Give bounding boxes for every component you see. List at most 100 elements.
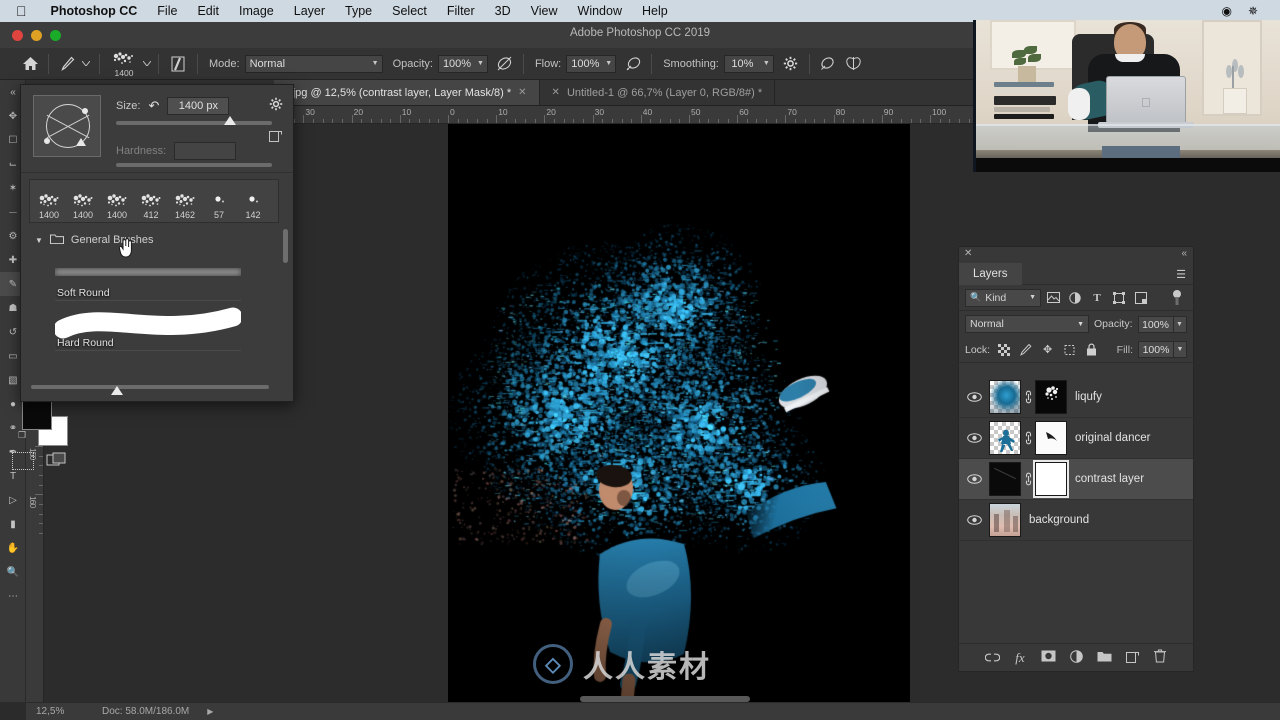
close-icon[interactable]: ✕ xyxy=(518,87,526,98)
artboard[interactable]: ◇ 人人素材 xyxy=(448,124,910,702)
brush-list-scrollbar[interactable] xyxy=(283,229,288,263)
tab-layers[interactable]: Layers xyxy=(959,263,1022,285)
gear-icon[interactable] xyxy=(779,52,803,76)
shape-filter-icon[interactable] xyxy=(1109,289,1129,307)
menu-item-view[interactable]: View xyxy=(521,4,568,18)
layer-name[interactable]: original dancer xyxy=(1075,432,1150,444)
menu-item-select[interactable]: Select xyxy=(382,4,437,18)
type-filter-icon[interactable]: T xyxy=(1087,289,1107,307)
menu-item-filter[interactable]: Filter xyxy=(437,4,485,18)
lock-position-icon[interactable]: ✥ xyxy=(1039,341,1056,358)
document-tab-active[interactable]: ).jpg @ 12,5% (contrast layer, Layer Mas… xyxy=(274,80,540,105)
layer-mask-thumbnail[interactable] xyxy=(1035,462,1067,496)
layer-mask-link-icon[interactable] xyxy=(1021,431,1035,445)
screen-mode-icon[interactable] xyxy=(46,452,70,470)
recent-brush-chip[interactable]: 1400 xyxy=(100,181,134,221)
flow-input[interactable]: 100% ▼ xyxy=(566,55,616,73)
mode-select[interactable]: Normal ▼ xyxy=(245,55,383,73)
brush-settings-panel-icon[interactable] xyxy=(165,52,191,76)
brush-preset-picker-panel[interactable]: Size: ↶ 1400 px Hardness: 1400 1400 1400 41… xyxy=(20,84,294,402)
layer-thumbnail[interactable] xyxy=(989,462,1021,496)
foreground-color-swatch[interactable] xyxy=(22,400,52,430)
default-colors-icon[interactable]: ❐ xyxy=(18,430,26,441)
lock-all-icon[interactable] xyxy=(1083,341,1100,358)
adjustment-filter-icon[interactable] xyxy=(1065,289,1085,307)
menu-item-edit[interactable]: Edit xyxy=(187,4,229,18)
pixel-filter-icon[interactable] xyxy=(1043,289,1063,307)
layer-name[interactable]: liqufy xyxy=(1075,391,1102,403)
tool-hand[interactable]: ✋ xyxy=(0,536,26,560)
link-layers-icon[interactable] xyxy=(984,651,1000,665)
close-icon[interactable]: ✕ xyxy=(964,248,972,259)
brush-folder-general-brushes[interactable]: ▼ General Brushes xyxy=(29,229,279,251)
gear-icon[interactable] xyxy=(269,97,283,114)
recent-brush-chip[interactable]: 1462 xyxy=(168,181,202,221)
tool-zoom[interactable]: 🔍 xyxy=(0,560,26,584)
brush-preset-chevron-icon[interactable] xyxy=(142,52,152,76)
menu-item-photoshop[interactable]: Photoshop CC xyxy=(41,4,148,18)
brush-preset-picker-button[interactable]: 1400 xyxy=(106,49,142,79)
horizontal-scrollbar[interactable] xyxy=(580,696,750,702)
recent-brush-chip[interactable]: 57 xyxy=(202,181,236,221)
brush-size-bottom-slider-knob[interactable] xyxy=(111,386,123,395)
tool-path-select[interactable]: ▷ xyxy=(0,488,26,512)
layers-opacity-input[interactable]: 100% ▼ xyxy=(1138,316,1187,333)
layer-mask-thumbnail[interactable] xyxy=(1035,380,1067,414)
opacity-input[interactable]: 100% ▼ xyxy=(438,55,488,73)
brush-tool-icon[interactable] xyxy=(55,52,79,76)
brush-hardness-input[interactable] xyxy=(174,142,236,160)
menu-item-image[interactable]: Image xyxy=(229,4,284,18)
double-chevron-icon[interactable]: « xyxy=(1181,248,1187,259)
layer-mask-thumbnail[interactable] xyxy=(1035,421,1067,455)
brush-item-hard-round[interactable]: Hard Round xyxy=(55,301,241,351)
menu-item-help[interactable]: Help xyxy=(632,4,678,18)
blend-mode-select[interactable]: Normal ▼ xyxy=(965,315,1089,333)
brush-size-slider-knob[interactable] xyxy=(224,116,236,125)
eye-icon[interactable] xyxy=(959,515,989,525)
recent-brush-chip[interactable]: 1400 xyxy=(32,181,66,221)
layer-mask-link-icon[interactable] xyxy=(1021,390,1035,404)
recent-brush-chip[interactable]: 142 xyxy=(236,181,270,221)
layers-fill-input[interactable]: 100% ▼ xyxy=(1138,341,1187,358)
bluetooth-icon[interactable]: ✵ xyxy=(1240,4,1266,18)
filter-toggle-icon[interactable] xyxy=(1167,289,1187,307)
eye-icon[interactable] xyxy=(959,392,989,402)
layer-name[interactable]: contrast layer xyxy=(1075,473,1144,485)
zoom-level[interactable]: 12,5% xyxy=(36,706,84,717)
layer-row[interactable]: liqufy xyxy=(959,377,1193,418)
recent-brush-chip[interactable]: 1400 xyxy=(66,181,100,221)
apple-icon[interactable]:  xyxy=(16,4,27,18)
symmetry-butterfly-icon[interactable] xyxy=(840,52,868,76)
layer-thumbnail[interactable] xyxy=(989,380,1021,414)
tool-more[interactable]: ⋯ xyxy=(0,584,26,608)
layer-thumbnail[interactable] xyxy=(989,503,1021,537)
layers-panel[interactable]: ✕ « Layers ☰ 🔍 Kind ▼ T Normal ▼ Opacity… xyxy=(958,246,1194,672)
tool-shape[interactable]: ▮ xyxy=(0,512,26,536)
layer-mask-link-icon[interactable] xyxy=(1021,472,1035,486)
menu-item-window[interactable]: Window xyxy=(568,4,632,18)
layer-row[interactable]: contrast layer xyxy=(959,459,1193,500)
document-tab-untitled[interactable]: ✕ Untitled-1 @ 66,7% (Layer 0, RGB/8#) * xyxy=(540,80,776,105)
recent-brushes-strip[interactable]: 1400 1400 1400 412 1462 57 142 xyxy=(29,179,279,223)
brush-size-slider[interactable] xyxy=(116,121,272,125)
layer-row[interactable]: original dancer xyxy=(959,418,1193,459)
adjustment-layer-icon[interactable] xyxy=(1068,650,1084,666)
brush-hardness-slider[interactable] xyxy=(116,163,272,167)
fx-icon[interactable]: fx xyxy=(1012,650,1028,666)
lock-artboard-icon[interactable] xyxy=(1061,341,1078,358)
eye-icon[interactable] xyxy=(959,474,989,484)
home-icon[interactable] xyxy=(18,52,42,76)
menu-item-file[interactable]: File xyxy=(147,4,187,18)
airbrush-icon[interactable] xyxy=(621,52,645,76)
lock-transparent-icon[interactable] xyxy=(995,341,1012,358)
screen-recording-icon[interactable]: ◉ xyxy=(1213,4,1239,18)
brush-tip-preview[interactable] xyxy=(33,95,101,157)
pressure-size-icon[interactable] xyxy=(816,52,840,76)
recent-brush-chip[interactable]: 412 xyxy=(134,181,168,221)
eye-icon[interactable] xyxy=(959,433,989,443)
chevron-right-icon[interactable]: ▶ xyxy=(207,707,213,716)
brush-item-soft-round[interactable]: Soft Round xyxy=(55,251,241,301)
menu-item-type[interactable]: Type xyxy=(335,4,382,18)
quick-mask-icon[interactable] xyxy=(12,452,34,470)
brush-tool-chevron-icon[interactable] xyxy=(79,52,93,76)
